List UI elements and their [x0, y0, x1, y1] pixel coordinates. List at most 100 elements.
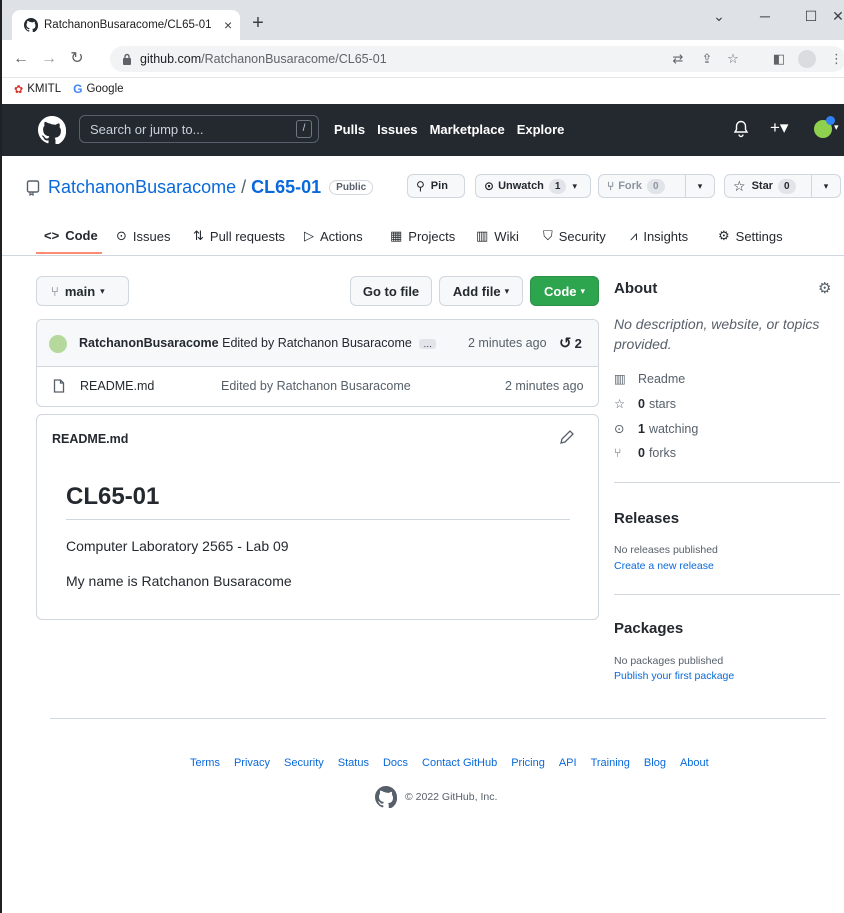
github-favicon-icon: [24, 18, 38, 32]
releases-title[interactable]: Releases: [614, 510, 679, 527]
chevron-down-icon: ▾: [572, 180, 577, 191]
search-placeholder: Search or jump to...: [90, 121, 204, 137]
kmitl-logo-icon: ✿: [14, 83, 24, 96]
reload-icon[interactable]: ↻: [66, 48, 88, 70]
code-button[interactable]: Code ▾: [530, 276, 599, 306]
github-logo-icon[interactable]: [375, 786, 397, 808]
table-row[interactable]: README.md Edited by Ratchanon Busaracome…: [37, 367, 598, 406]
footer-link-api[interactable]: API: [559, 757, 577, 769]
star-counter: 0: [777, 178, 796, 194]
tab-security[interactable]: ⛉ Security: [543, 228, 606, 244]
file-name-link[interactable]: README.md: [80, 379, 154, 393]
readme-filename[interactable]: README.md: [52, 432, 128, 446]
author-avatar[interactable]: [49, 335, 67, 353]
footer-link-contact[interactable]: Contact GitHub: [422, 757, 497, 769]
kebab-menu-icon[interactable]: ⋮: [830, 50, 843, 68]
commit-history-link[interactable]: ↺ 2: [559, 334, 582, 352]
create-new-plus-icon[interactable]: +▾: [770, 118, 788, 138]
browser-tab[interactable]: RatchanonBusaracome/CL65-01 ×: [12, 10, 240, 40]
chevron-down-icon[interactable]: ⌄: [696, 4, 742, 28]
tab-projects[interactable]: ▦ Projects: [390, 228, 455, 244]
repo-name-link[interactable]: CL65-01: [251, 177, 321, 198]
github-logo-icon[interactable]: [38, 116, 66, 144]
star-button[interactable]: ☆ Star 0: [724, 174, 812, 198]
nav-issues[interactable]: Issues: [377, 122, 417, 137]
add-file-button[interactable]: Add file ▾: [439, 276, 523, 306]
readme-link[interactable]: ▥ Readme: [614, 371, 685, 387]
tab-pull-requests[interactable]: ⇅ Pull requests: [193, 228, 285, 244]
watching-link[interactable]: ⊙ 1 watching: [614, 421, 698, 437]
commit-message[interactable]: Edited by Ratchanon Busaracome: [222, 336, 412, 350]
nav-explore[interactable]: Explore: [517, 122, 565, 137]
footer-link-status[interactable]: Status: [338, 757, 369, 769]
url-host: github.com: [140, 52, 202, 66]
tab-actions[interactable]: ▷ Actions: [304, 228, 363, 244]
bookmark-google[interactable]: G Google: [73, 82, 123, 96]
side-panel-icon[interactable]: ◧: [770, 50, 788, 68]
graph-icon: ⩘: [630, 228, 638, 243]
footer-link-privacy[interactable]: Privacy: [234, 757, 270, 769]
back-arrow-icon[interactable]: ←: [10, 48, 32, 70]
bell-icon[interactable]: [733, 120, 749, 138]
tab-issues[interactable]: ⊙ Issues: [116, 228, 170, 244]
pull-request-icon: ⇅: [193, 228, 204, 243]
tab-code[interactable]: <> Code: [44, 228, 98, 243]
pin-button[interactable]: ⚲ Pin: [407, 174, 465, 198]
commit-author[interactable]: RatchanonBusaracome: [79, 336, 219, 350]
file-commit-time: 2 minutes ago: [505, 379, 584, 393]
pencil-icon[interactable]: [559, 429, 575, 445]
expand-commit-button[interactable]: …: [419, 339, 437, 349]
tab-close-icon[interactable]: ×: [224, 17, 232, 33]
avatar-caret-icon[interactable]: ▾: [834, 122, 839, 133]
fork-button[interactable]: ⑂ Fork 0: [598, 174, 686, 198]
tab-title: RatchanonBusaracome/CL65-01: [44, 19, 212, 31]
heading-divider: [66, 519, 570, 520]
watch-counter: 1: [548, 178, 567, 194]
commit-time[interactable]: 2 minutes ago: [468, 336, 547, 350]
fork-icon: ⑂: [614, 446, 622, 460]
search-input[interactable]: Search or jump to... /: [79, 115, 319, 143]
repo-owner-link[interactable]: RatchanonBusaracome: [48, 177, 236, 198]
publish-package-link[interactable]: Publish your first package: [614, 670, 734, 682]
stars-link[interactable]: ☆ 0 stars: [614, 396, 676, 412]
tab-wiki[interactable]: ▥ Wiki: [476, 228, 519, 244]
unwatch-button[interactable]: ⊙ Unwatch 1 ▾: [475, 174, 591, 198]
file-commit-message[interactable]: Edited by Ratchanon Busaracome: [221, 379, 411, 393]
forward-arrow-icon[interactable]: →: [38, 48, 60, 70]
nav-marketplace[interactable]: Marketplace: [430, 122, 505, 137]
github-header: Search or jump to... / Pulls Issues Mark…: [2, 104, 844, 156]
translate-icon[interactable]: ⇄: [669, 50, 687, 68]
go-to-file-button[interactable]: Go to file: [350, 276, 432, 306]
new-tab-button[interactable]: +: [245, 10, 271, 36]
forks-link[interactable]: ⑂ 0 forks: [614, 446, 676, 460]
footer-link-docs[interactable]: Docs: [383, 757, 408, 769]
nav-pulls[interactable]: Pulls: [334, 122, 365, 137]
visibility-badge: Public: [329, 180, 374, 195]
branch-select[interactable]: ⑂ main ▾: [36, 276, 129, 306]
minimize-icon[interactable]: ─: [742, 4, 788, 28]
bookmark-kmitl[interactable]: ✿ KMITL: [14, 83, 61, 96]
footer-link-terms[interactable]: Terms: [190, 757, 220, 769]
latest-commit-bar: RatchanonBusaracome Edited by Ratchanon …: [37, 320, 598, 367]
fork-dropdown[interactable]: ▾: [685, 174, 715, 198]
star-dropdown[interactable]: ▾: [811, 174, 841, 198]
footer-link-about[interactable]: About: [680, 757, 709, 769]
gear-icon[interactable]: ⚙: [818, 279, 831, 297]
active-tab-underline: [36, 252, 102, 254]
tab-insights[interactable]: ⩘ Insights: [630, 228, 688, 244]
tab-settings[interactable]: ⚙ Settings: [718, 228, 783, 244]
share-icon[interactable]: ⇪: [698, 50, 716, 68]
create-release-link[interactable]: Create a new release: [614, 560, 714, 572]
footer-link-pricing[interactable]: Pricing: [511, 757, 545, 769]
profile-avatar[interactable]: [798, 50, 816, 68]
footer-link-training[interactable]: Training: [591, 757, 630, 769]
packages-title[interactable]: Packages: [614, 620, 683, 637]
copyright: © 2022 GitHub, Inc.: [405, 791, 498, 803]
window-close-icon[interactable]: ✕: [828, 4, 844, 28]
slash-key-hint: /: [296, 120, 312, 138]
chevron-down-icon: ▾: [504, 285, 510, 296]
fork-icon: ⑂: [607, 179, 615, 193]
bookmark-star-icon[interactable]: ☆: [724, 50, 742, 68]
footer-link-security[interactable]: Security: [284, 757, 324, 769]
footer-link-blog[interactable]: Blog: [644, 757, 666, 769]
